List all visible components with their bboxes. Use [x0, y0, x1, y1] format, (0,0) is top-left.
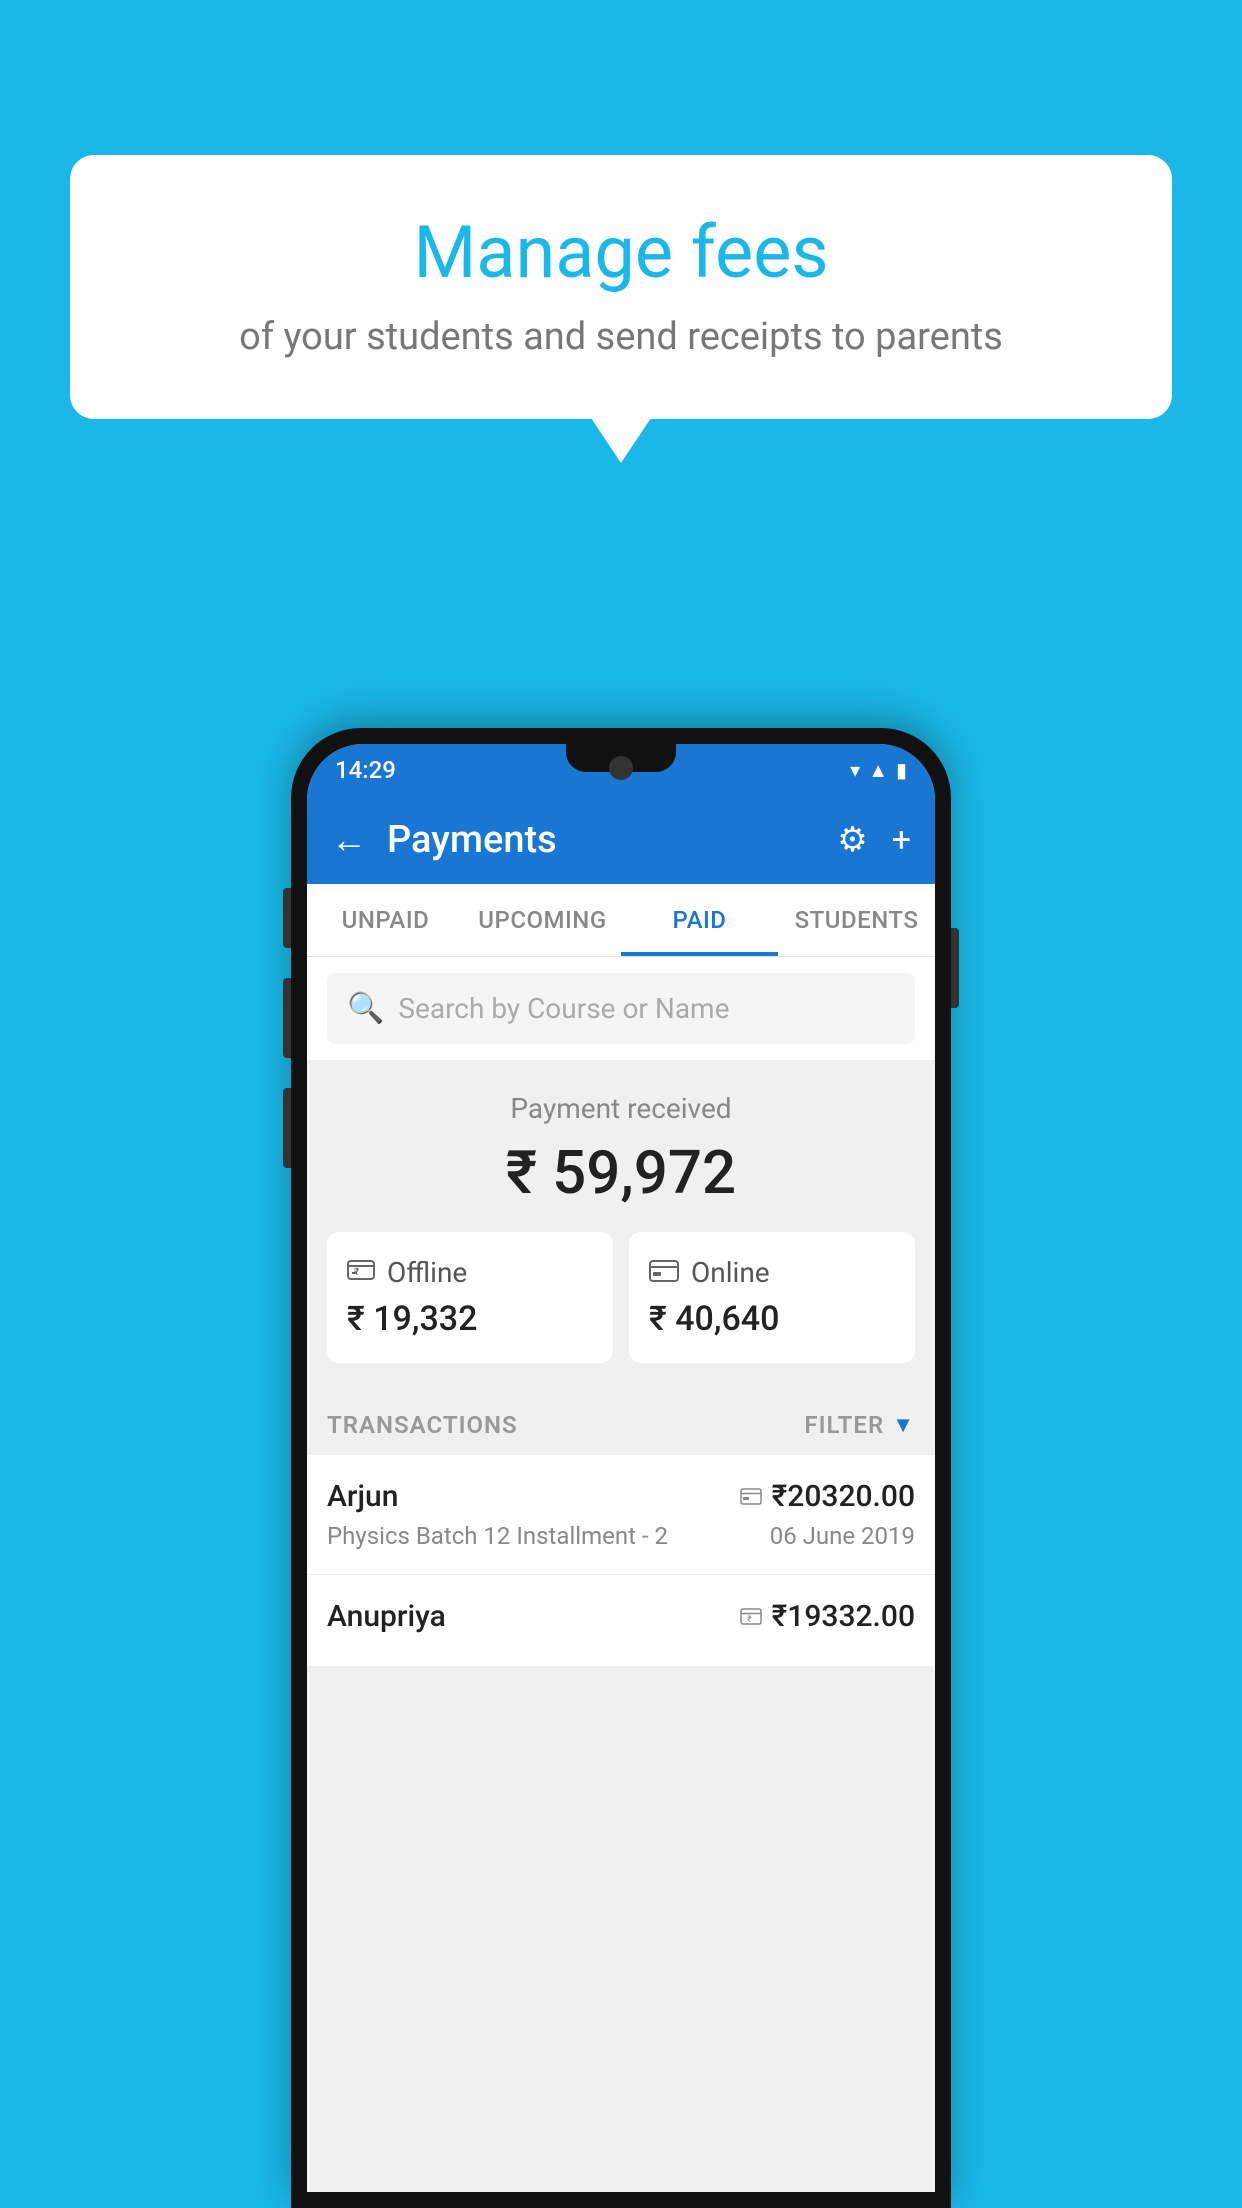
transaction-top-2: Anupriya ₹ ₹19332.00 [327, 1599, 915, 1634]
app-bar-title: Payments [387, 818, 817, 862]
transaction-course-1: Physics Batch 12 Installment - 2 [327, 1522, 668, 1550]
tab-students[interactable]: STUDENTS [778, 884, 935, 956]
settings-icon[interactable]: ⚙ [837, 820, 867, 860]
search-icon: 🔍 [347, 991, 384, 1026]
online-card-header: Online [649, 1256, 895, 1289]
transaction-amount-area-2: ₹ ₹19332.00 [740, 1599, 915, 1634]
phone-volume-down-button [283, 1088, 291, 1168]
camera-notch [609, 756, 633, 780]
transaction-name-1: Arjun [327, 1479, 398, 1514]
phone-volume-up-button [283, 978, 291, 1058]
tab-unpaid[interactable]: UNPAID [307, 884, 464, 956]
online-label: Online [691, 1256, 770, 1289]
wifi-icon: ▾ [850, 758, 860, 782]
search-input[interactable]: Search by Course or Name [398, 992, 729, 1025]
transactions-label: TRANSACTIONS [327, 1411, 518, 1439]
offline-amount: ₹ 19,332 [347, 1299, 593, 1339]
phone-side-button-1 [283, 888, 291, 948]
offline-payment-icon: ₹ [347, 1256, 375, 1289]
transaction-date-1: 06 June 2019 [770, 1522, 915, 1550]
transaction-row[interactable]: Anupriya ₹ ₹19332.00 [307, 1575, 935, 1667]
speech-bubble-container: Manage fees of your students and send re… [70, 155, 1172, 419]
tabs-container: UNPAID UPCOMING PAID STUDENTS [307, 884, 935, 957]
speech-bubble: Manage fees of your students and send re… [70, 155, 1172, 419]
offline-card-header: ₹ Offline [347, 1256, 593, 1289]
phone-screen: 14:29 ▾ ▲ ▮ ← Payments ⚙ + UNPAID UPCOMI… [307, 744, 935, 2192]
filter-icon: ▼ [892, 1412, 915, 1438]
app-bar-actions: ⚙ + [837, 820, 911, 860]
search-container: 🔍 Search by Course or Name [307, 957, 935, 1060]
offline-payment-type-icon-2: ₹ [740, 1603, 762, 1631]
transaction-row[interactable]: Arjun ₹20320.00 Physics Batch 12 Install… [307, 1455, 935, 1575]
online-payment-card: Online ₹ 40,640 [629, 1232, 915, 1363]
status-time: 14:29 [335, 756, 396, 784]
online-payment-icon [649, 1256, 679, 1289]
filter-label: FILTER [804, 1411, 884, 1439]
bubble-subtitle: of your students and send receipts to pa… [130, 315, 1112, 359]
add-icon[interactable]: + [892, 820, 911, 860]
transaction-amount-1: ₹20320.00 [772, 1479, 915, 1514]
online-payment-type-icon-1 [740, 1483, 762, 1511]
svg-text:₹: ₹ [747, 1615, 752, 1625]
online-amount: ₹ 40,640 [649, 1299, 895, 1339]
transaction-amount-2: ₹19332.00 [772, 1599, 915, 1634]
status-icons: ▾ ▲ ▮ [850, 758, 907, 783]
filter-button[interactable]: FILTER ▼ [804, 1411, 915, 1439]
app-bar: ← Payments ⚙ + [307, 796, 935, 884]
payment-received-section: Payment received ₹ 59,972 ₹ [307, 1060, 935, 1387]
transaction-top-1: Arjun ₹20320.00 [327, 1479, 915, 1514]
phone-frame: 14:29 ▾ ▲ ▮ ← Payments ⚙ + UNPAID UPCOMI… [291, 728, 951, 2208]
transaction-bottom-1: Physics Batch 12 Installment - 2 06 June… [327, 1522, 915, 1550]
tab-paid[interactable]: PAID [621, 884, 778, 956]
signal-icon: ▲ [868, 758, 888, 783]
phone-power-button [951, 928, 959, 1008]
back-button[interactable]: ← [331, 819, 367, 861]
transactions-header: TRANSACTIONS FILTER ▼ [307, 1387, 935, 1455]
offline-label: Offline [387, 1256, 467, 1289]
search-bar[interactable]: 🔍 Search by Course or Name [327, 973, 915, 1044]
tab-upcoming[interactable]: UPCOMING [464, 884, 621, 956]
battery-icon: ▮ [896, 758, 907, 782]
payment-received-amount: ₹ 59,972 [327, 1137, 915, 1208]
payment-received-label: Payment received [327, 1092, 915, 1125]
offline-payment-card: ₹ Offline ₹ 19,332 [327, 1232, 613, 1363]
bubble-title: Manage fees [130, 210, 1112, 295]
transaction-amount-area-1: ₹20320.00 [740, 1479, 915, 1514]
payment-cards: ₹ Offline ₹ 19,332 [327, 1232, 915, 1363]
svg-text:₹: ₹ [354, 1267, 359, 1278]
transaction-name-2: Anupriya [327, 1599, 446, 1634]
